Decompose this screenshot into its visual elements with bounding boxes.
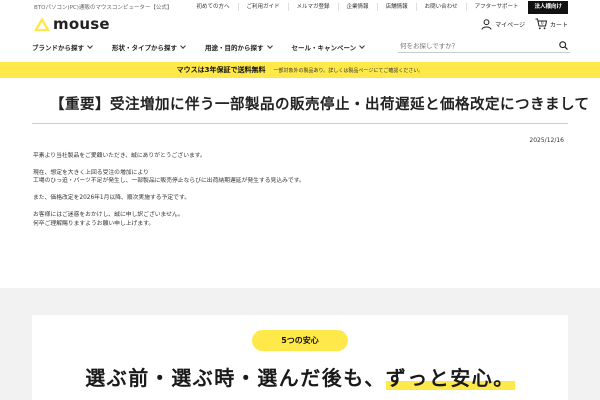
- util-link-support[interactable]: アフターサポート: [465, 3, 527, 11]
- nav-sale[interactable]: セール・キャンペーン: [291, 42, 366, 52]
- cart-count: 0: [541, 21, 544, 27]
- slogan-highlight: ずっと安心。: [385, 366, 515, 390]
- nav-purpose[interactable]: 用途・目的から探す: [205, 42, 273, 52]
- slogan-text: 選ぶ前・選ぶ時・選んだ後も、: [85, 366, 386, 390]
- chevron-down-icon: [87, 43, 93, 49]
- title-divider: [32, 123, 568, 124]
- nav-type-label: 形状・タイプから探す: [112, 44, 177, 52]
- user-icon: [481, 18, 492, 30]
- cart-link[interactable]: 0 カート: [535, 18, 568, 30]
- site-tagline: BTOパソコン(PC)通販のマウスコンピューター【公式】: [34, 5, 173, 11]
- nav-brand[interactable]: ブランドから探す: [32, 42, 93, 52]
- logo-triangle-icon: [34, 17, 50, 31]
- nav-type[interactable]: 形状・タイプから探す: [112, 42, 186, 52]
- promo-banner[interactable]: マウスは3年保証で送料無料 一部対象外の製品あり。詳しくは製品ページにてご確認く…: [0, 62, 600, 78]
- mypage-link[interactable]: マイページ: [481, 18, 525, 30]
- utility-bar: BTOパソコン(PC)通販のマウスコンピューター【公式】 初めての方へ ご利用ガ…: [0, 0, 600, 14]
- util-link-beginners[interactable]: 初めての方へ: [189, 3, 238, 11]
- article-line: 現在、想定を大きく上回る受注の増加により: [33, 169, 149, 176]
- five-reassurances-pill: 5つの安心: [252, 330, 348, 351]
- article-date: 2025/12/16: [529, 137, 564, 144]
- search-input[interactable]: [398, 41, 548, 50]
- page-title: 【重要】受注増加に伴う一部製品の販売停止・出荷遅延と価格改定につきまして: [50, 97, 590, 113]
- cart-label: カート: [549, 21, 568, 29]
- article-body: 平素より当社製品をご愛顧いただき、誠にありがとうございます。 現在、想定を大きく…: [33, 152, 533, 236]
- article-paragraph: また、価格改定を2026年1月以降、順次実施する予定です。: [33, 195, 190, 202]
- mouse-logo[interactable]: mouse: [34, 15, 110, 33]
- promo-slogan: 選ぶ前・選ぶ時・選んだ後も、ずっと安心。: [0, 362, 600, 391]
- article-line: 工場のひっ迫・パーツ不足が発生し、一部製品に販売停止ならびに出荷納期遅延が発生す…: [33, 178, 305, 185]
- article-line: お客様にはご迷惑をおかけし、誠に申し訳ございません。: [33, 212, 184, 219]
- chevron-down-icon: [266, 43, 273, 49]
- chevron-down-icon: [180, 43, 186, 49]
- nav-purpose-label: 用途・目的から探す: [205, 44, 264, 52]
- cart-icon: 0: [535, 18, 547, 30]
- util-link-company[interactable]: 企業情報: [337, 3, 377, 11]
- nav-brand-label: ブランドから探す: [32, 44, 84, 52]
- corporate-button[interactable]: 法人様向け: [528, 0, 568, 14]
- main-nav: ブランドから探す 形状・タイプから探す 用途・目的から探す セール・キャンペーン: [32, 38, 570, 56]
- article-line: 何卒ご理解賜りますようお願い申し上げます。: [33, 220, 155, 227]
- article-paragraph: 平素より当社製品をご愛顧いただき、誠にありがとうございます。: [33, 153, 206, 159]
- nav-sale-label: セール・キャンペーン: [291, 44, 357, 52]
- util-link-newsletter[interactable]: メルマガ登録: [287, 3, 338, 11]
- article-paragraph: 現在、想定を大きく上回る受注の増加により 工場のひっ迫・パーツ不足が発生し、一部…: [33, 169, 533, 186]
- logo-text: mouse: [53, 15, 110, 33]
- util-link-stores[interactable]: 店舗情報: [376, 3, 416, 11]
- chevron-down-icon: [359, 43, 366, 49]
- search-icon[interactable]: [559, 41, 568, 50]
- search-box: [398, 39, 570, 53]
- article-paragraph: お客様にはご迷惑をおかけし、誠に申し訳ございません。 何卒ご理解賜りますようお願…: [33, 211, 533, 228]
- util-link-contact[interactable]: お問い合わせ: [415, 3, 466, 11]
- header-actions: マイページ 0 カート: [481, 18, 568, 30]
- util-link-guide[interactable]: ご利用ガイド: [237, 3, 288, 11]
- banner-main-text: マウスは3年保証で送料無料: [176, 66, 266, 74]
- banner-sub-text: 一部対象外の製品あり。詳しくは製品ページにてご確認ください。: [273, 67, 424, 74]
- mypage-label: マイページ: [495, 21, 525, 29]
- utility-links: 初めての方へ ご利用ガイド メルマガ登録 企業情報 店舗情報 お問い合わせ アフ…: [189, 0, 600, 14]
